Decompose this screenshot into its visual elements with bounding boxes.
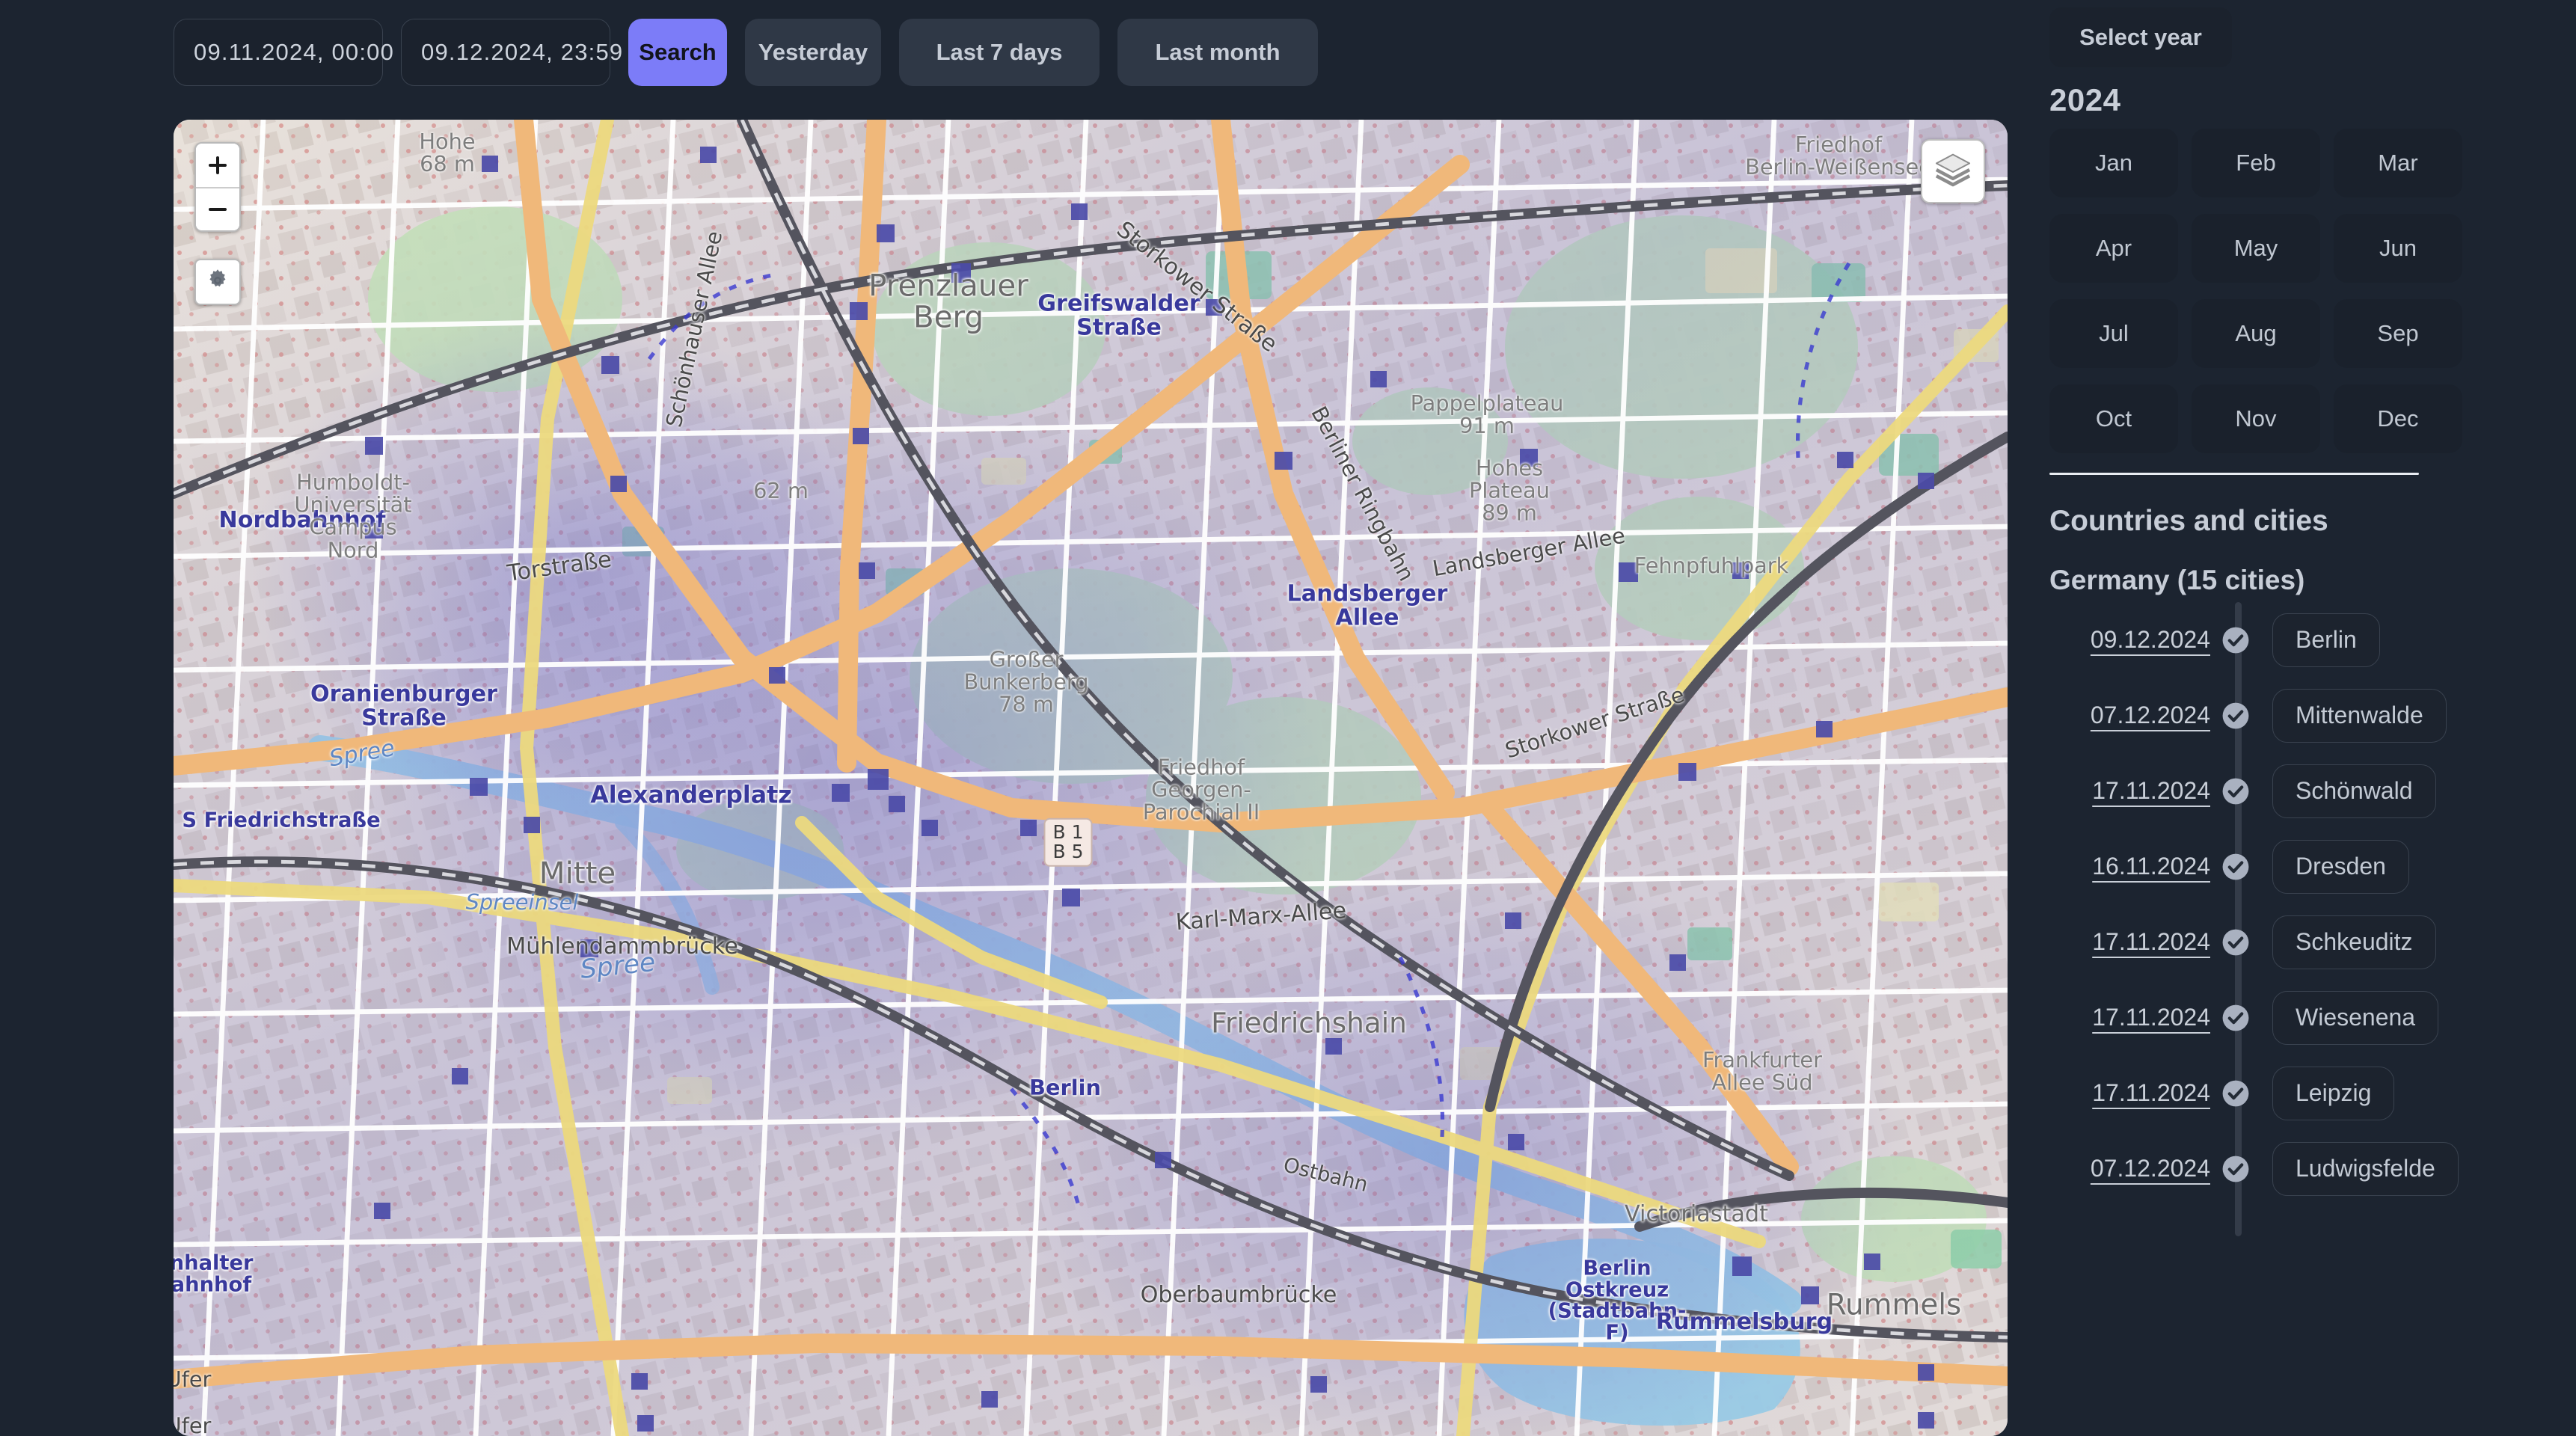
gear-icon — [205, 268, 230, 297]
check-circle-icon[interactable] — [2221, 1155, 2250, 1183]
month-button-jun[interactable]: Jun — [2334, 214, 2462, 283]
month-button-oct[interactable]: Oct — [2049, 384, 2178, 453]
filters-panel: Select year 2024 Jan Feb Mar Apr May Jun Jul Au… — [2020, 0, 2576, 1436]
date-from-value[interactable]: 09.11.2024, 00:00 — [194, 39, 394, 66]
section-divider — [2049, 473, 2419, 475]
countries-and-cities-title: Countries and cities — [2049, 505, 2328, 537]
last-7-days-range-button[interactable]: Last 7 days — [899, 19, 1100, 86]
select-year-button[interactable]: Select year — [2049, 7, 2232, 67]
selected-year-label: 2024 — [2049, 82, 2121, 117]
month-button-dec[interactable]: Dec — [2334, 384, 2462, 453]
month-button-apr[interactable]: Apr — [2049, 214, 2178, 283]
check-circle-icon[interactable] — [2221, 1079, 2250, 1108]
month-button-nov[interactable]: Nov — [2192, 384, 2320, 453]
timeline-row: 17.11.2024 Schönwald — [2049, 753, 2546, 829]
map-layers-button[interactable] — [1921, 139, 1985, 203]
app-root: 09.11.2024, 00:00 09.12.2024, 23:59 Sear… — [0, 0, 2576, 1436]
yesterday-range-button[interactable]: Yesterday — [745, 19, 881, 86]
map-container[interactable]: Hohe 68 mFriedhof Berlin-WeißenseeBerlin… — [174, 120, 2008, 1436]
entry-date-link[interactable]: 17.11.2024 — [2049, 1079, 2210, 1107]
date-to-value[interactable]: 09.12.2024, 23:59 — [421, 39, 623, 66]
check-circle-icon[interactable] — [2221, 702, 2250, 730]
city-chip[interactable]: Dresden — [2272, 839, 2409, 894]
zoom-in-button[interactable] — [196, 144, 239, 187]
country-heading: Germany (15 cities) — [2049, 565, 2305, 595]
month-button-sep[interactable]: Sep — [2334, 299, 2462, 368]
date-from-field[interactable]: 09.11.2024, 00:00 — [174, 19, 420, 86]
map-settings-button[interactable] — [194, 259, 241, 305]
city-chip[interactable]: Berlin — [2272, 613, 2380, 667]
city-chip[interactable]: Wiesenena — [2272, 990, 2439, 1045]
city-chip[interactable]: Ludwigsfelde — [2272, 1141, 2459, 1196]
check-circle-icon[interactable] — [2221, 1004, 2250, 1032]
check-circle-icon[interactable] — [2221, 777, 2250, 806]
entry-date-link[interactable]: 17.11.2024 — [2049, 928, 2210, 956]
timeline-row: 17.11.2024 Schkeuditz — [2049, 904, 2546, 980]
city-timeline: 09.12.2024 Berlin 07.12.2024 Mittenwalde 17.… — [2049, 602, 2546, 1236]
timeline-row: 07.12.2024 Mittenwalde — [2049, 678, 2546, 753]
check-circle-icon[interactable] — [2221, 626, 2250, 654]
map-zoom-controls[interactable] — [194, 142, 241, 232]
entry-date-link[interactable]: 16.11.2024 — [2049, 853, 2210, 880]
entry-date-link[interactable]: 17.11.2024 — [2049, 1004, 2210, 1031]
entry-date-link[interactable]: 09.12.2024 — [2049, 626, 2210, 654]
entry-date-link[interactable]: 07.12.2024 — [2049, 702, 2210, 729]
month-button-aug[interactable]: Aug — [2192, 299, 2320, 368]
search-button[interactable]: Search — [628, 19, 727, 86]
date-to-field[interactable]: 09.12.2024, 23:59 — [401, 19, 650, 86]
month-button-may[interactable]: May — [2192, 214, 2320, 283]
entry-date-link[interactable]: 07.12.2024 — [2049, 1155, 2210, 1182]
month-button-mar[interactable]: Mar — [2334, 129, 2462, 197]
timeline-row: 09.12.2024 Berlin — [2049, 602, 2546, 678]
map-tiles[interactable] — [174, 120, 2008, 1436]
month-button-jan[interactable]: Jan — [2049, 129, 2178, 197]
city-chip[interactable]: Leipzig — [2272, 1066, 2395, 1120]
city-chip[interactable]: Schönwald — [2272, 764, 2436, 818]
city-chip[interactable]: Mittenwalde — [2272, 688, 2447, 743]
timeline-row: 17.11.2024 Wiesenena — [2049, 980, 2546, 1055]
timeline-row: 07.12.2024 Ludwigsfelde — [2049, 1131, 2546, 1206]
month-button-feb[interactable]: Feb — [2192, 129, 2320, 197]
city-chip[interactable]: Schkeuditz — [2272, 915, 2436, 969]
timeline-row: 17.11.2024 Leipzig — [2049, 1055, 2546, 1131]
check-circle-icon[interactable] — [2221, 853, 2250, 881]
month-grid: Jan Feb Mar Apr May Jun Jul Aug Sep Oct Nov Dec — [2049, 129, 2546, 453]
check-circle-icon[interactable] — [2221, 928, 2250, 957]
last-month-range-button[interactable]: Last month — [1117, 19, 1318, 86]
layers-icon — [1933, 150, 1972, 193]
entry-date-link[interactable]: 17.11.2024 — [2049, 777, 2210, 805]
search-toolbar: 09.11.2024, 00:00 09.12.2024, 23:59 Sear… — [0, 0, 2020, 105]
month-button-jul[interactable]: Jul — [2049, 299, 2178, 368]
timeline-row: 16.11.2024 Dresden — [2049, 829, 2546, 904]
zoom-out-button[interactable] — [196, 187, 239, 230]
